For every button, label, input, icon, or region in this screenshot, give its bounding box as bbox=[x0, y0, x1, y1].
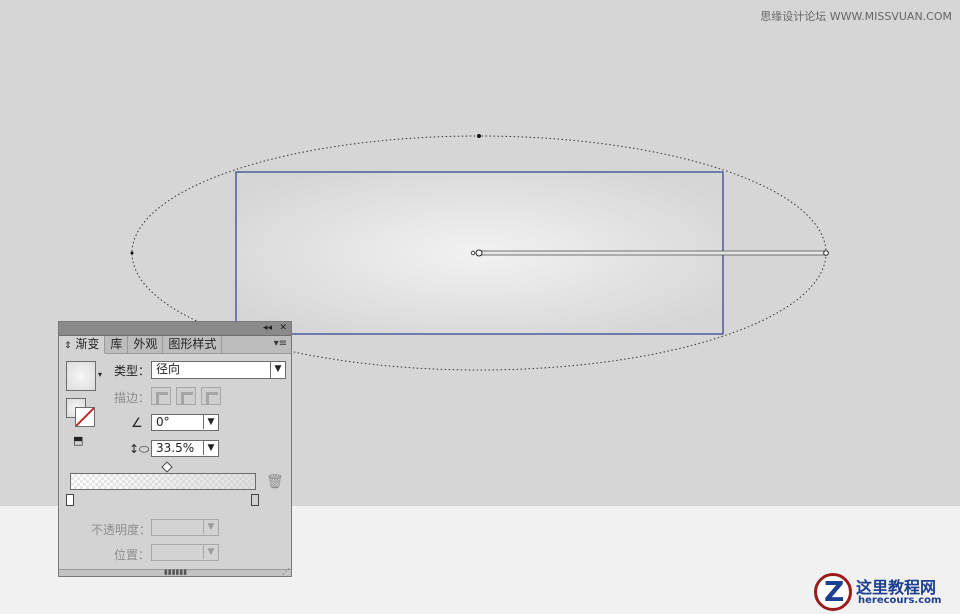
gradient-origin-small-handle[interactable] bbox=[470, 250, 476, 256]
site-logo: 这里教程网 herecours.com bbox=[812, 571, 960, 614]
aspect-ratio-input[interactable]: 33.5% ▼ bbox=[151, 440, 219, 457]
panel-menu-icon[interactable]: ▾≡ bbox=[274, 338, 287, 349]
gradient-annotator-bar[interactable] bbox=[479, 250, 827, 256]
chevron-down-icon: ▼ bbox=[203, 415, 218, 429]
swatch-dropdown-icon[interactable]: ▾ bbox=[98, 370, 102, 379]
logo-z-icon bbox=[814, 573, 852, 611]
chevron-down-icon: ▼ bbox=[203, 520, 218, 534]
stroke-label: 描边： bbox=[114, 391, 151, 405]
chevron-down-icon: ▼ bbox=[203, 545, 218, 559]
grip-icon[interactable]: ▮▮▮▮▮▮ bbox=[164, 568, 187, 576]
gradient-slider[interactable] bbox=[70, 473, 256, 490]
chevron-down-icon: ▼ bbox=[203, 441, 218, 455]
type-select[interactable]: 径向 ▼ bbox=[151, 361, 286, 379]
stroke-none-swatch[interactable] bbox=[75, 407, 95, 427]
panel-bottom-bar: ▮▮▮▮▮▮ ⋰ bbox=[59, 567, 291, 576]
stroke-along-button[interactable] bbox=[176, 387, 196, 405]
opacity-input[interactable]: ▼ bbox=[151, 519, 219, 536]
tab-gradient[interactable]: ⇕ 渐变 bbox=[59, 336, 106, 354]
tab-library[interactable]: 库 bbox=[105, 336, 129, 353]
position-input[interactable]: ▼ bbox=[151, 544, 219, 561]
panel-tabs: ⇕ 渐变 库 外观 图形样式 ▾≡ bbox=[59, 336, 291, 354]
gradient-midpoint-diamond[interactable] bbox=[161, 461, 173, 473]
reverse-gradient-icon[interactable]: ⬒ bbox=[73, 434, 83, 447]
angle-input[interactable]: 0° ▼ bbox=[151, 414, 219, 431]
position-label: 位置： bbox=[114, 548, 151, 562]
none-slash-icon bbox=[76, 408, 94, 426]
tab-graphic-styles[interactable]: 图形样式 bbox=[163, 336, 223, 353]
gradient-panel: ◂◂ ✕ ⇕ 渐变 库 外观 图形样式 ▾≡ ▾ ⬒ 类型： 径向 ▼ 描边： … bbox=[58, 321, 292, 577]
gradient-stop-left[interactable] bbox=[66, 494, 74, 506]
gradient-stop-right[interactable] bbox=[251, 494, 259, 506]
logo-subtitle: herecours.com bbox=[858, 595, 942, 606]
aspect-ratio-icon: ↕⬭ bbox=[129, 442, 150, 456]
gradient-origin-handle[interactable] bbox=[475, 249, 483, 257]
gradient-fill-swatch[interactable] bbox=[66, 361, 96, 391]
type-label: 类型： bbox=[114, 364, 151, 378]
opacity-label: 不透明度： bbox=[91, 523, 152, 537]
tab-appearance[interactable]: 外观 bbox=[128, 336, 164, 353]
trash-icon[interactable]: 🗑 bbox=[266, 474, 284, 490]
panel-titlebar[interactable]: ◂◂ ✕ bbox=[59, 322, 291, 336]
chevron-down-icon: ▼ bbox=[270, 362, 285, 378]
angle-icon: ∠ bbox=[131, 416, 143, 431]
collapse-icon[interactable]: ◂◂ bbox=[263, 322, 272, 335]
gradient-end-handle[interactable] bbox=[823, 250, 829, 256]
ellipse-top-handle[interactable] bbox=[477, 134, 481, 138]
close-icon[interactable]: ✕ bbox=[279, 322, 287, 335]
stroke-within-button[interactable] bbox=[151, 387, 171, 405]
stroke-across-button[interactable] bbox=[201, 387, 221, 405]
resize-grip-icon[interactable]: ⋰ bbox=[282, 567, 290, 576]
ellipse-left-handle[interactable] bbox=[130, 251, 134, 255]
tab-toggle-icon: ⇕ bbox=[64, 341, 72, 351]
